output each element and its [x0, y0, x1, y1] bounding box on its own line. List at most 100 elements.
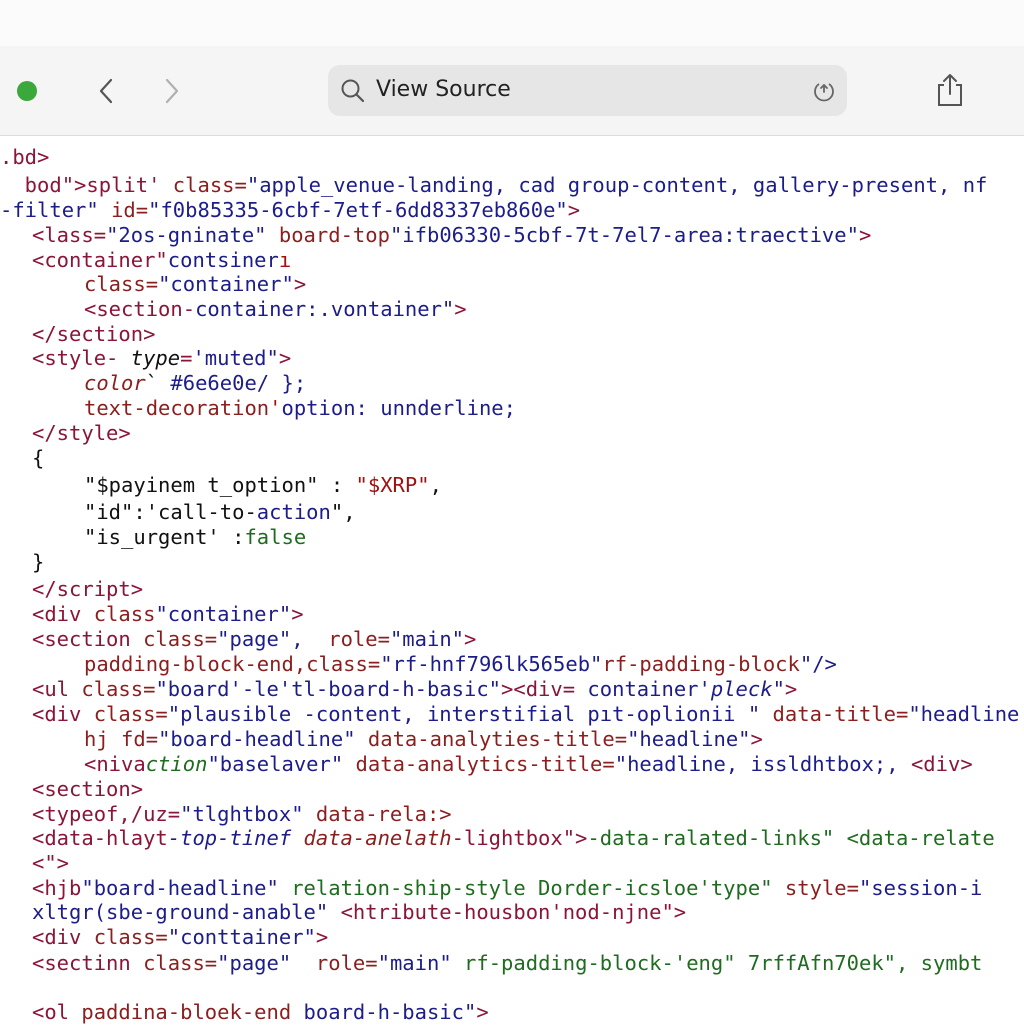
share-button[interactable] [934, 72, 966, 112]
code-line: padding-block-end,class="rf-hnf796lk565e… [84, 651, 837, 677]
code-token: padding-block-end,class= [84, 652, 381, 676]
code-token: "ifb06330-5cbf-7t-7el7-area:traective" [389, 223, 859, 247]
code-token: "$XRP" [355, 473, 430, 497]
code-token: "headline" [627, 727, 751, 751]
code-token: <ul [32, 677, 82, 701]
code-token: </script> [32, 577, 144, 601]
code-token: "is_urgent' : [84, 525, 245, 549]
code-token: class= [93, 702, 168, 726]
code-line: color` #6e6e0e/ }; [84, 370, 306, 396]
code-token: text-decoration [84, 396, 270, 420]
code-token: data-anelath [303, 826, 452, 850]
code-line: <data-hlayt-top-tinef data-anelath-light… [32, 825, 995, 851]
code-line: <ul class="board'-le'tl-board-h-basic"><… [32, 676, 797, 702]
code-token: ' [269, 396, 282, 420]
code-token: > [750, 727, 763, 751]
code-token: <"> [32, 851, 70, 875]
forward-button[interactable] [156, 74, 186, 108]
code-token: option: unnderline; [281, 396, 516, 420]
code-token: "conttainer" [167, 925, 316, 949]
code-token: data-rela:> [315, 802, 452, 826]
code-line: <section-container:.vontainer"> [84, 296, 467, 322]
code-token: </style> [32, 421, 131, 445]
code-token: "board-headline" [81, 876, 292, 900]
code-token: "rf-hnf796lk565eb" [380, 652, 603, 676]
code-line: bod">split' class="apple_venue-landing, … [0, 172, 988, 198]
code-token: <hjb [32, 876, 82, 900]
code-token: { [32, 446, 45, 470]
code-token: > [278, 346, 292, 370]
code-token: board-top [278, 223, 390, 247]
code-token: > [293, 272, 307, 296]
share-icon [938, 74, 962, 106]
code-line: .bd> [0, 144, 49, 170]
chevron-right-icon [165, 78, 179, 104]
code-line: </section> [32, 321, 155, 347]
code-line: "id":'call-to-action", [84, 499, 356, 525]
code-token: "board-headline" [158, 727, 368, 751]
code-token: "plausible -content, interstifial pıt-op… [167, 702, 773, 726]
code-token: #6e6e0e/ }; [170, 371, 307, 395]
code-token: 'pleck [698, 677, 773, 701]
code-line: <style- type='muted"> [32, 345, 291, 371]
code-token: > [476, 1000, 489, 1024]
code-line: <ol paddina-bloek-end board-h-basic"> [32, 999, 489, 1025]
code-token: class= [81, 677, 156, 701]
code-token: hj fd= [84, 727, 159, 751]
code-token: style= [784, 876, 859, 900]
code-token: id= [111, 198, 149, 222]
code-token: "/> [799, 652, 837, 676]
code-token: data-analyties-title= [367, 727, 628, 751]
code-token: <section> [32, 777, 144, 801]
code-token: "$payinem t_option" : [84, 473, 356, 497]
window-top-strip [0, 0, 1024, 46]
code-token: <div [32, 925, 94, 949]
code-line: <lass="2os-gninate" board-top"ifb06330-5… [32, 222, 871, 248]
code-token: <data-hlayt [32, 826, 168, 850]
code-token: relation-ship-style Dorder-icsloe'type" [291, 876, 785, 900]
code-line: { [32, 445, 44, 471]
code-token: > [291, 602, 304, 626]
code-token: "container" [158, 272, 294, 296]
code-token: rf-padding-block [602, 652, 800, 676]
code-token: role= [303, 951, 378, 975]
code-token: "headline [908, 702, 1020, 726]
code-token: "f0b85335-6cbf-7etf-6dd8337eb860e" [148, 198, 568, 222]
code-line: hj fd="board-headline" data-analyties-ti… [84, 726, 763, 752]
code-token: <container" [32, 248, 168, 272]
code-token: data-analytics-title= [355, 752, 615, 776]
window-zoom-button[interactable] [17, 81, 37, 101]
code-line: <div class="conttainer"> [32, 924, 328, 950]
code-token: , [429, 473, 442, 497]
code-token: action [256, 500, 331, 524]
reload-icon[interactable] [812, 79, 836, 103]
code-token: <htribute-housbon'nod-njne"> [340, 900, 687, 924]
chevron-left-icon [99, 78, 113, 104]
code-line: <container"contsinerı [32, 247, 291, 273]
code-token: ı [278, 248, 292, 272]
code-line: <section class="page", role="main"> [32, 626, 476, 652]
code-token: "main" [377, 951, 465, 975]
code-token: -top-tinef [167, 826, 304, 850]
code-token: "tlghtbox" [180, 802, 316, 826]
code-token: false [244, 525, 307, 549]
code-line: -filter" id="f0b85335-6cbf-7etf-6dd8337e… [0, 197, 580, 223]
code-line: text-decoration'option: unnderline; [84, 395, 516, 421]
code-token: <div> [910, 752, 973, 776]
code-token: <style- [32, 346, 131, 370]
code-token: class= [143, 627, 218, 651]
back-button[interactable] [92, 74, 122, 108]
code-token: <sectinn [32, 951, 144, 975]
code-line: <hjb"board-headline" relation-ship-style… [32, 875, 982, 901]
code-token: class= [172, 173, 247, 197]
code-token: } [32, 550, 45, 574]
code-token: type [130, 346, 181, 370]
code-token: <ol [32, 1000, 82, 1024]
address-bar[interactable]: View Source [328, 65, 847, 116]
code-line: </script> [32, 576, 143, 602]
code-token: "apple_venue-landing, cad group-content,… [246, 173, 988, 197]
code-token: xltgr(sbe-ground-anable" [32, 900, 341, 924]
code-token: "board'-le'tl-board-h-basic" [155, 677, 502, 701]
code-token: <section [32, 627, 144, 651]
code-token: -filter" [0, 198, 112, 222]
